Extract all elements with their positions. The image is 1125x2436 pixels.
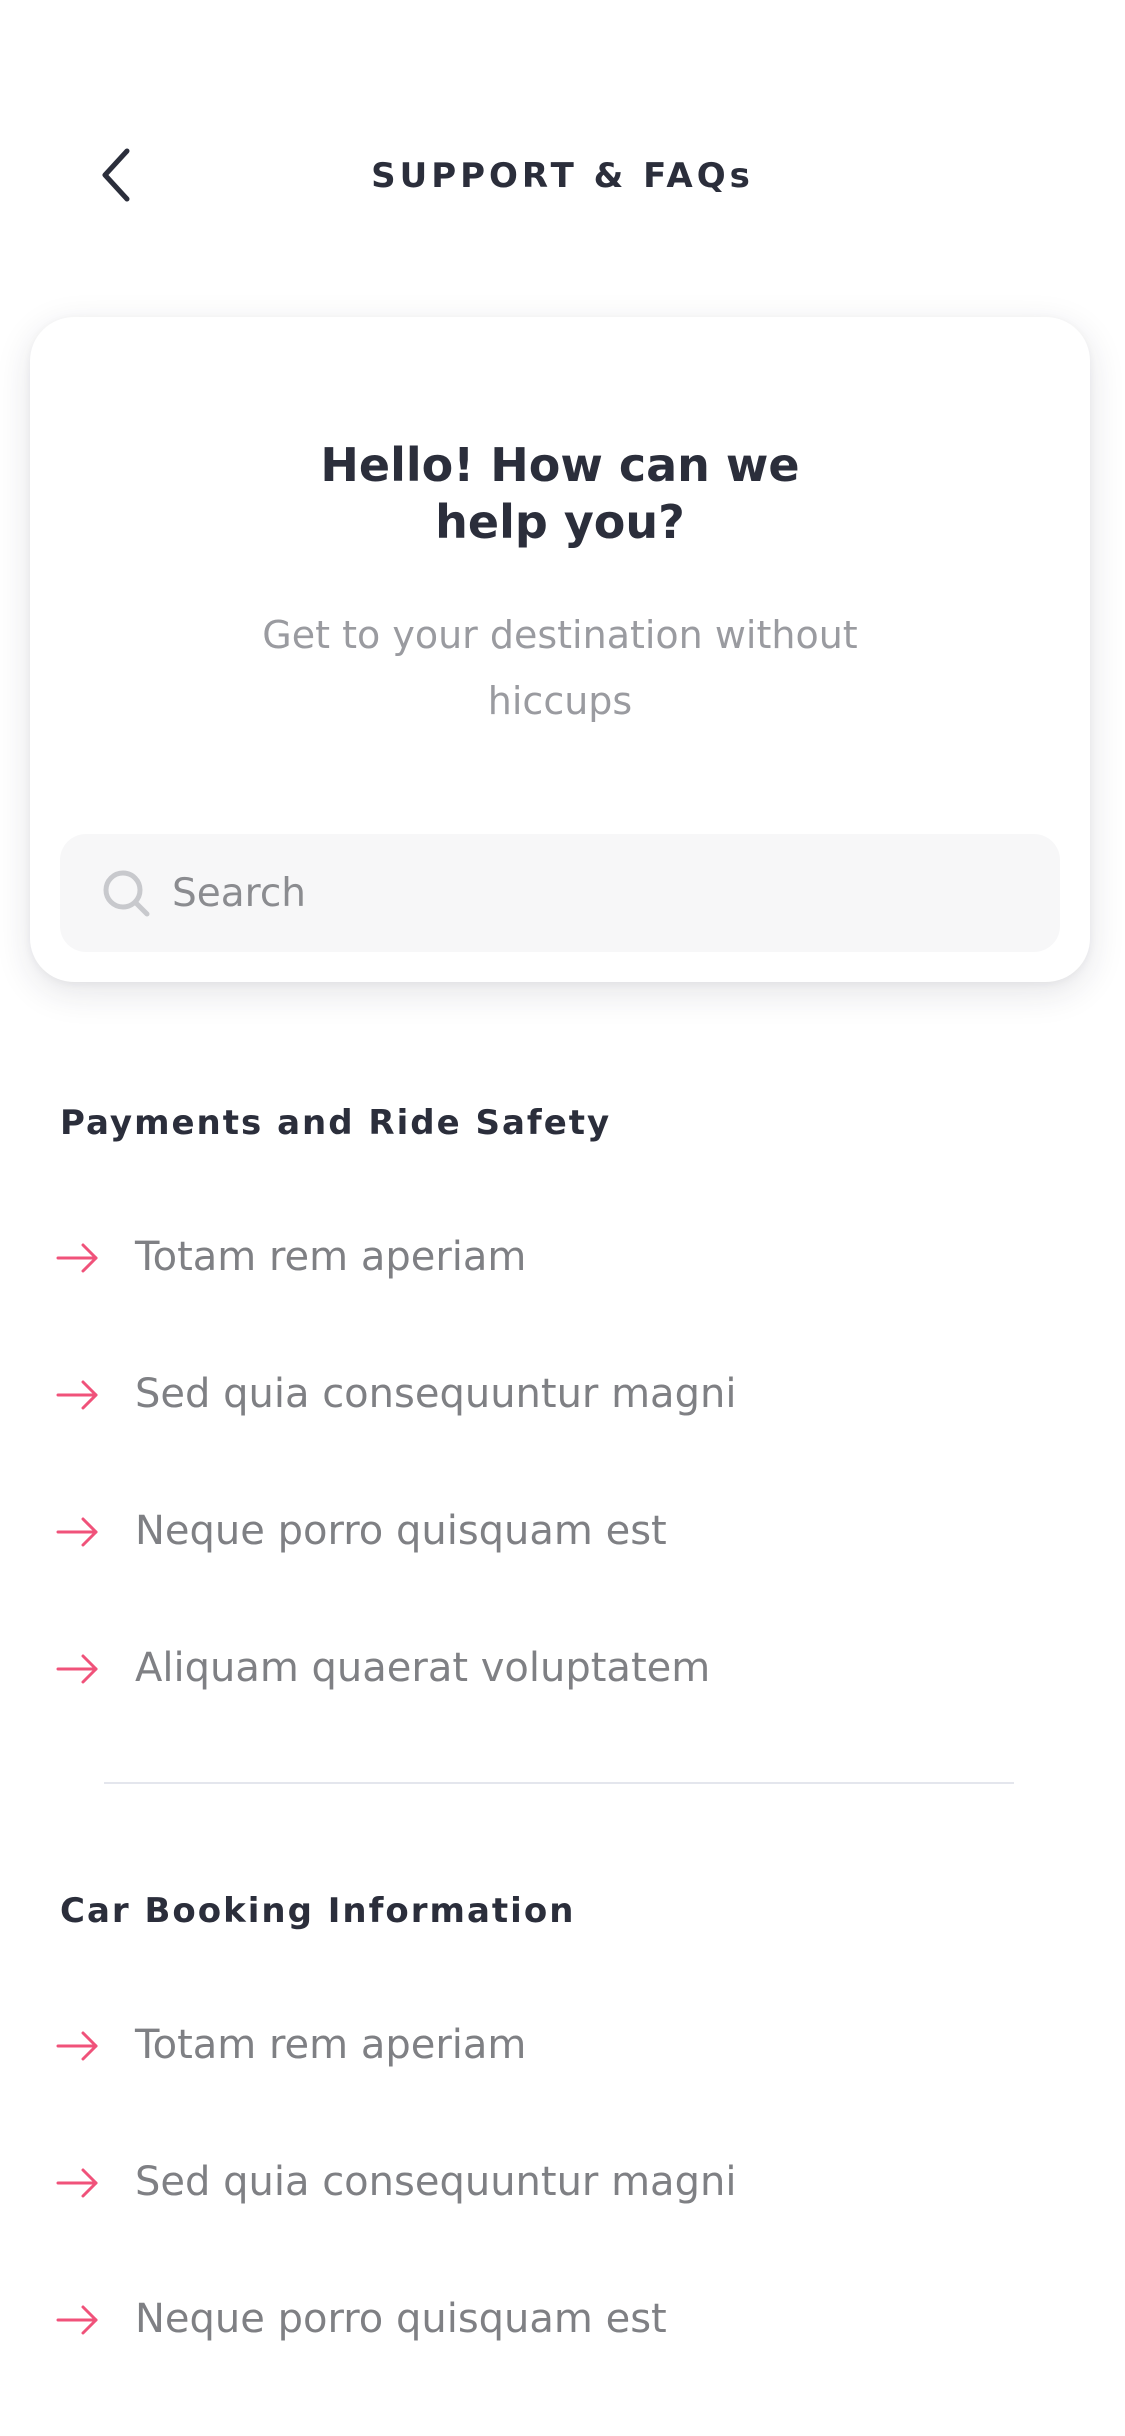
help-subtitle-line-1: Get to your destination without <box>262 613 858 657</box>
help-heading: Hello! How can we help you? <box>30 437 1090 551</box>
search-icon <box>103 870 150 917</box>
faq-item[interactable]: Sed quia consequuntur magni <box>56 2143 1056 2223</box>
faq-item-label: Aliquam quaerat voluptatem <box>135 1645 711 1691</box>
search-input[interactable] <box>172 834 1032 952</box>
faq-item-label: Neque porro quisquam est <box>135 2296 667 2342</box>
faq-item-label: Sed quia consequuntur magni <box>135 2159 737 2205</box>
faq-item[interactable]: Sed quia consequuntur magni <box>56 1355 1056 1435</box>
page-title: SUPPORT & FAQs <box>371 156 754 196</box>
faq-item[interactable]: Totam rem aperiam <box>56 2006 1056 2086</box>
arrow-right-icon <box>56 1654 98 1684</box>
help-heading-line-1: Hello! How can we <box>320 438 800 492</box>
header: SUPPORT & FAQs <box>0 130 1125 230</box>
faq-item[interactable]: Neque porro quisquam est <box>56 1492 1056 1572</box>
faq-item-label: Totam rem aperiam <box>135 1234 527 1280</box>
faq-item-label: Sed quia consequuntur magni <box>135 1371 737 1417</box>
section-divider <box>104 1782 1014 1784</box>
arrow-right-icon <box>56 2031 98 2061</box>
help-subtitle: Get to your destination without hiccups <box>30 602 1090 734</box>
help-subtitle-line-2: hiccups <box>487 679 633 723</box>
help-heading-line-2: help you? <box>435 495 685 549</box>
arrow-right-icon <box>56 2168 98 2198</box>
faq-item[interactable]: Totam rem aperiam <box>56 1218 1056 1298</box>
faq-item[interactable]: Neque porro quisquam est <box>56 2280 1056 2360</box>
arrow-right-icon <box>56 2305 98 2335</box>
section-title-car-booking-information: Car Booking Information <box>60 1891 576 1931</box>
section-title-payments-ride-safety: Payments and Ride Safety <box>60 1103 612 1143</box>
arrow-right-icon <box>56 1517 98 1547</box>
help-card: Hello! How can we help you? Get to your … <box>30 317 1090 982</box>
search-bar[interactable] <box>60 834 1060 952</box>
support-faqs-screen: SUPPORT & FAQs Hello! How can we help yo… <box>0 0 1125 2436</box>
faq-item[interactable]: Aliquam quaerat voluptatem <box>56 1629 1056 1709</box>
faq-item-label: Totam rem aperiam <box>135 2022 527 2068</box>
faq-item-label: Neque porro quisquam est <box>135 1508 667 1554</box>
arrow-right-icon <box>56 1243 98 1273</box>
arrow-right-icon <box>56 1380 98 1410</box>
